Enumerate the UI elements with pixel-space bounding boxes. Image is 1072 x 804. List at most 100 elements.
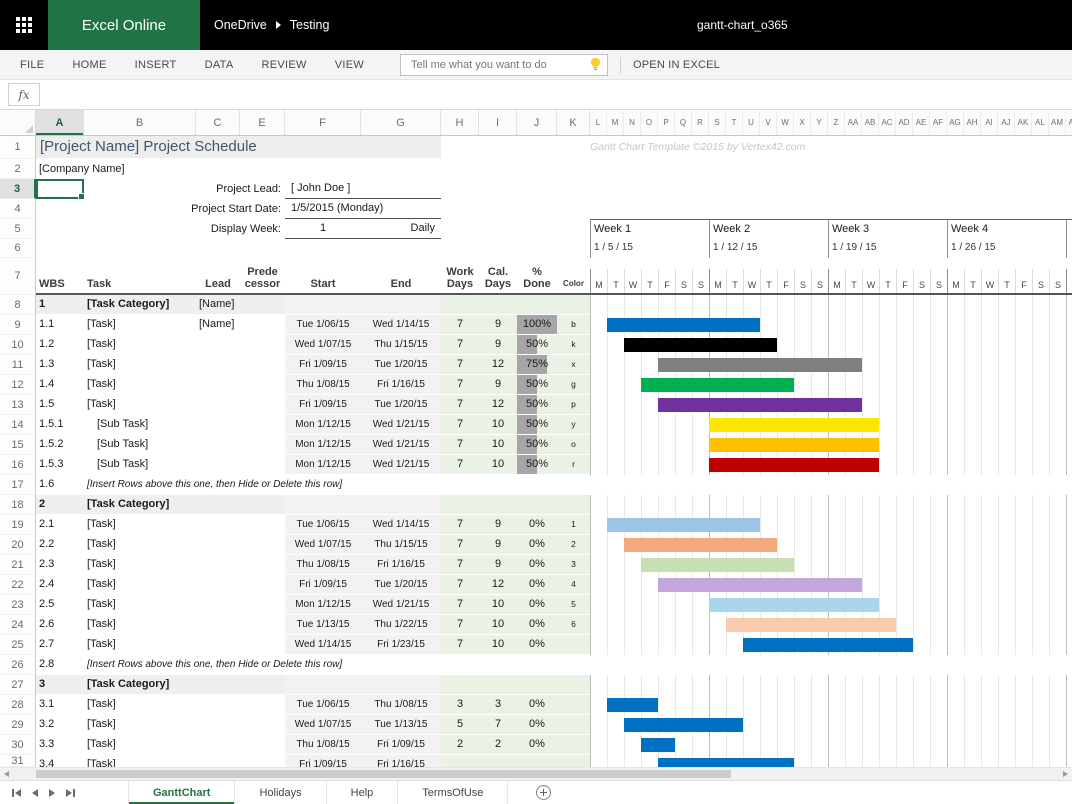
row-header-26[interactable]: 26 <box>0 655 36 675</box>
row-header-31[interactable]: 31 <box>0 755 36 767</box>
cell-wbs[interactable]: 1.4 <box>36 375 84 394</box>
cell-pct-done[interactable]: 0% <box>517 615 557 634</box>
display-week-number[interactable]: 1 <box>285 219 361 238</box>
gantt-bar[interactable] <box>607 318 760 332</box>
gantt-bar[interactable] <box>641 558 794 572</box>
cell-task[interactable]: [Task] <box>84 755 196 767</box>
cell-pct-done[interactable]: 0% <box>517 695 557 714</box>
cell-cal-days[interactable]: 9 <box>479 315 517 334</box>
row-header-15[interactable]: 15 <box>0 435 36 455</box>
column-header-AB[interactable]: AB <box>862 110 879 135</box>
cell-lead[interactable] <box>196 635 240 654</box>
cell-cal-days[interactable]: 3 <box>479 695 517 714</box>
gantt-bar[interactable] <box>607 698 658 712</box>
gantt-bar[interactable] <box>658 398 862 412</box>
cell-start-date[interactable]: Tue 1/13/15 <box>285 615 361 634</box>
cell-wbs[interactable]: 1.1 <box>36 315 84 334</box>
cell-cal-days[interactable]: 10 <box>479 595 517 614</box>
cell-pct-done[interactable]: 50% <box>517 415 557 434</box>
cell-task[interactable]: [Task] <box>84 715 196 734</box>
cell-work-days[interactable]: 7 <box>441 595 479 614</box>
column-header-AJ[interactable]: AJ <box>998 110 1015 135</box>
cell-task[interactable]: [Task] <box>84 535 196 554</box>
cell-predecessor[interactable] <box>240 435 285 454</box>
cell-end-date[interactable]: Thu 1/15/15 <box>361 335 441 354</box>
sheet-tab-ganttchart[interactable]: GanttChart <box>128 781 235 804</box>
cell-predecessor[interactable] <box>240 455 285 474</box>
project-lead-value[interactable]: [ John Doe ] <box>285 179 441 199</box>
cell-end-date[interactable]: Wed 1/14/15 <box>361 315 441 334</box>
cell-pct-done[interactable]: 0% <box>517 735 557 754</box>
column-header-I[interactable]: I <box>479 110 517 135</box>
cell-work-days[interactable] <box>441 755 479 767</box>
column-header-K[interactable]: K <box>557 110 590 135</box>
cell-wbs[interactable]: 1.5 <box>36 395 84 414</box>
row-header-10[interactable]: 10 <box>0 335 36 355</box>
row-header-17[interactable]: 17 <box>0 475 36 495</box>
cell-start-date[interactable]: Mon 1/12/15 <box>285 595 361 614</box>
cell-cal-days[interactable]: 10 <box>479 435 517 454</box>
fx-button[interactable]: fx <box>8 83 40 106</box>
cell-pct-done[interactable] <box>517 755 557 767</box>
cell-wbs[interactable]: 3.2 <box>36 715 84 734</box>
cell-lead[interactable] <box>196 575 240 594</box>
cell-task[interactable]: [Sub Task] <box>84 415 196 434</box>
row-header-23[interactable]: 23 <box>0 595 36 615</box>
row-header-12[interactable]: 12 <box>0 375 36 395</box>
cell-lead[interactable] <box>196 455 240 474</box>
row-header-6[interactable]: 6 <box>0 239 36 258</box>
cell-predecessor[interactable] <box>240 515 285 534</box>
cell-wbs[interactable]: 2 <box>36 495 84 514</box>
gantt-bar[interactable] <box>624 718 743 732</box>
cell-start-date[interactable] <box>285 675 361 694</box>
cell-task[interactable]: [Task] <box>84 375 196 394</box>
cell-lead[interactable] <box>196 435 240 454</box>
cell-work-days[interactable]: 3 <box>441 695 479 714</box>
breadcrumb-onedrive[interactable]: OneDrive <box>214 18 267 32</box>
cell-work-days[interactable] <box>441 495 479 514</box>
gantt-bar[interactable] <box>624 538 777 552</box>
column-header-AG[interactable]: AG <box>947 110 964 135</box>
cell-color-code[interactable] <box>557 755 590 767</box>
cell-cal-days[interactable]: 12 <box>479 355 517 374</box>
cell-color-code[interactable]: 2 <box>557 535 590 554</box>
cell-work-days[interactable]: 7 <box>441 395 479 414</box>
cell-task[interactable]: [Task] <box>84 695 196 714</box>
cell-end-date[interactable]: Thu 1/22/15 <box>361 615 441 634</box>
cell-end-date[interactable]: Thu 1/08/15 <box>361 695 441 714</box>
cell-start-date[interactable] <box>285 295 361 314</box>
cell-wbs[interactable]: 1 <box>36 295 84 314</box>
cell-color-code[interactable]: 5 <box>557 595 590 614</box>
column-header-L[interactable]: L <box>590 110 607 135</box>
cell-pct-done[interactable]: 0% <box>517 535 557 554</box>
cell-start-date[interactable]: Fri 1/09/15 <box>285 355 361 374</box>
row-header-7[interactable]: 7 <box>0 258 36 295</box>
new-sheet-button[interactable] <box>536 781 551 804</box>
cell-lead[interactable] <box>196 375 240 394</box>
cell-end-date[interactable]: Fri 1/23/15 <box>361 635 441 654</box>
row-header-11[interactable]: 11 <box>0 355 36 375</box>
column-header-N[interactable]: N <box>624 110 641 135</box>
cell-pct-done[interactable] <box>517 295 557 314</box>
row-header-18[interactable]: 18 <box>0 495 36 515</box>
column-header-B[interactable]: B <box>84 110 196 135</box>
sheet-tab-holidays[interactable]: Holidays <box>235 781 326 804</box>
cell-wbs[interactable]: 2.6 <box>36 615 84 634</box>
cell-wbs[interactable]: 2.1 <box>36 515 84 534</box>
cell-task[interactable]: [Task] <box>84 735 196 754</box>
cell-end-date[interactable]: Wed 1/14/15 <box>361 515 441 534</box>
column-header-AH[interactable]: AH <box>964 110 981 135</box>
app-launcher-button[interactable] <box>0 0 48 50</box>
cell-pct-done[interactable] <box>517 675 557 694</box>
cell-task[interactable]: [Task Category] <box>84 675 196 694</box>
scroll-left-icon[interactable] <box>4 771 9 777</box>
column-header-Z[interactable]: Z <box>828 110 845 135</box>
select-all-corner[interactable] <box>0 110 36 135</box>
cell-start-date[interactable]: Fri 1/09/15 <box>285 755 361 767</box>
cell-end-date[interactable]: Thu 1/15/15 <box>361 535 441 554</box>
cell-task[interactable]: [Task] <box>84 575 196 594</box>
column-header-Q[interactable]: Q <box>675 110 692 135</box>
cell-predecessor[interactable] <box>240 615 285 634</box>
display-week-label[interactable]: Display Week: <box>84 219 281 239</box>
cell-work-days[interactable]: 7 <box>441 335 479 354</box>
